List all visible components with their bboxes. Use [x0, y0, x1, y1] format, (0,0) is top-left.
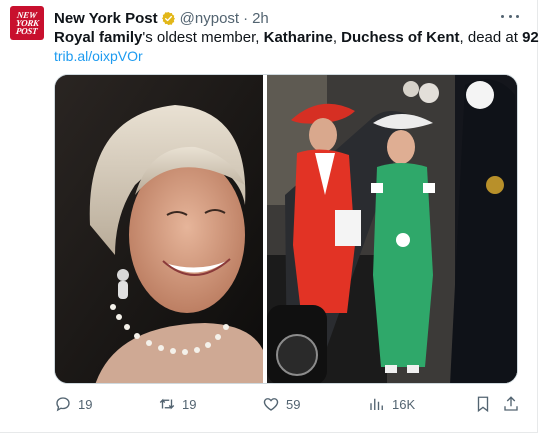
- like-button[interactable]: 59: [262, 393, 300, 415]
- tweet-text-segment: ,: [332, 29, 342, 46]
- views-button[interactable]: 16K: [368, 393, 415, 415]
- reply-button[interactable]: 19: [54, 393, 92, 415]
- author-name[interactable]: New York Post: [54, 10, 158, 27]
- bookmark-button[interactable]: [474, 393, 492, 415]
- tweet-text-segment: 's oldest member,: [142, 29, 264, 46]
- like-icon: [263, 398, 279, 411]
- share-icon: [504, 396, 518, 411]
- header-separator: ·: [243, 9, 249, 27]
- like-count: 59: [286, 396, 301, 412]
- tweet-text-segment[interactable]: 92: [522, 29, 539, 46]
- reply-count: 19: [78, 396, 93, 412]
- tweet-text-segment[interactable]: Katharine: [264, 29, 333, 46]
- photo-right-group: [267, 75, 517, 383]
- author-handle[interactable]: @nypost: [180, 10, 239, 27]
- tweet-card[interactable]: NEW YORK POST New York Post @nypost · 2h…: [0, 0, 539, 433]
- photo-left-portrait: [55, 75, 268, 383]
- reply-icon: [56, 397, 70, 412]
- tweet-link[interactable]: trib.al/oixpVOr: [54, 47, 143, 65]
- tweet-header: New York Post @nypost · 2h: [54, 9, 269, 27]
- author-avatar[interactable]: NEW YORK POST: [10, 6, 44, 40]
- media-photo-collage: [55, 75, 517, 383]
- views-count: 16K: [392, 396, 416, 412]
- tweet-text-segment[interactable]: Royal family: [54, 29, 142, 46]
- share-button[interactable]: [502, 393, 520, 415]
- retweet-icon: [159, 398, 175, 410]
- avatar-logo-line-3: POST: [15, 26, 39, 36]
- tweet-text-segment: , dead at: [459, 29, 523, 46]
- views-icon: [370, 398, 383, 410]
- verified-badge-icon[interactable]: [161, 11, 176, 26]
- more-icon[interactable]: [501, 8, 519, 24]
- retweet-button[interactable]: 19: [158, 393, 196, 415]
- tweet-timestamp[interactable]: 2h: [252, 10, 269, 27]
- tweet-media-image[interactable]: [54, 74, 518, 384]
- retweet-count: 19: [182, 396, 197, 412]
- bookmark-icon: [477, 396, 489, 413]
- tweet-text-segment[interactable]: Duchess of Kent: [341, 29, 459, 46]
- tweet-actions: 19 19 59 16K: [54, 393, 522, 415]
- tweet-text: Royal family's oldest member, Katharine,…: [54, 29, 539, 47]
